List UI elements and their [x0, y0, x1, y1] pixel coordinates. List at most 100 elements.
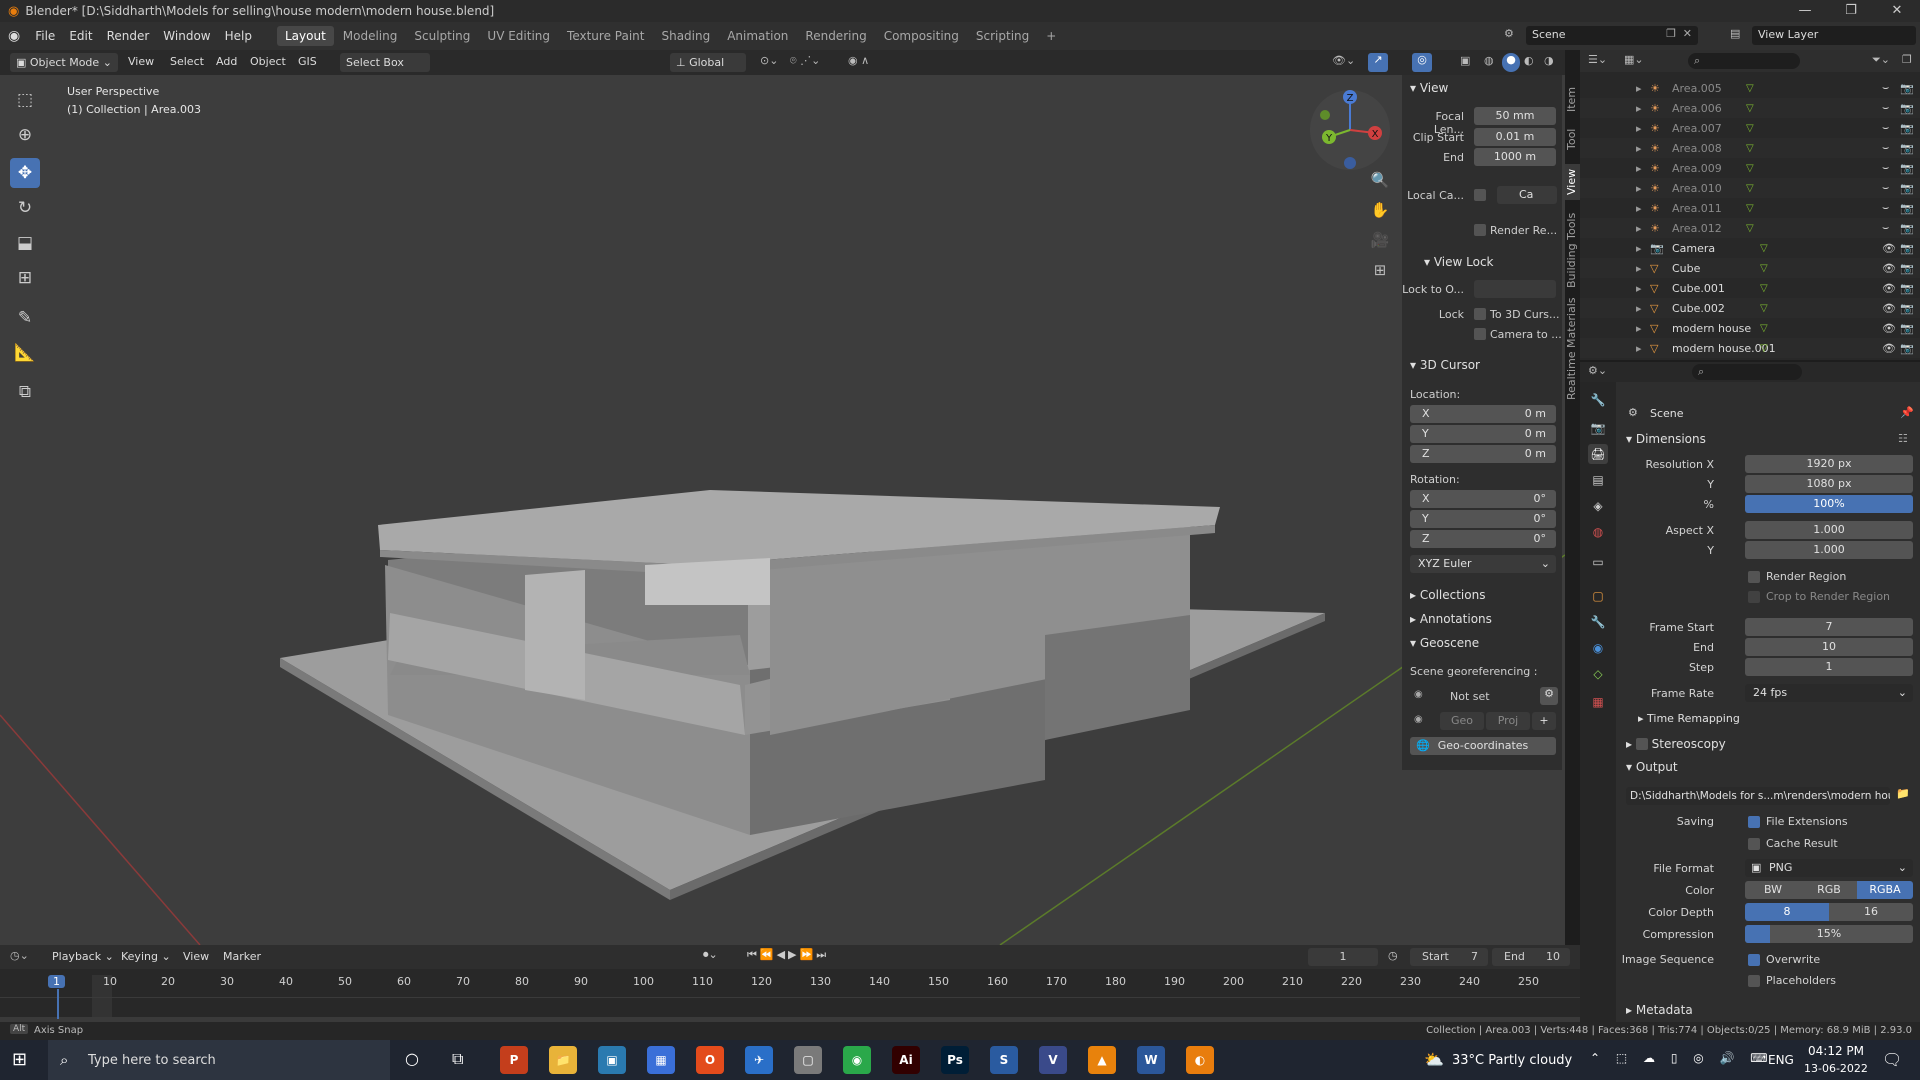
properties-search-input[interactable]: ⌕	[1692, 364, 1802, 380]
location-z-field[interactable]: Z 0 m	[1410, 445, 1556, 463]
render-camera-icon[interactable]: 📷	[1900, 142, 1914, 155]
measure-tool-icon[interactable]: 📐	[10, 338, 40, 368]
transform-tool-icon[interactable]: ⊞	[10, 263, 40, 293]
georef-settings-icon[interactable]: ⚙	[1540, 687, 1558, 705]
rotation-z-field[interactable]: Z 0°	[1410, 530, 1556, 548]
file-explorer-icon[interactable]: 📁	[549, 1046, 577, 1074]
visibility-eye-icon[interactable]: ⌣	[1882, 201, 1889, 215]
blender-taskbar-icon[interactable]: ◐	[1186, 1046, 1214, 1074]
physics-tab-icon[interactable]: ◉	[1588, 638, 1608, 658]
menu-file[interactable]: File	[28, 29, 62, 43]
cortana-icon[interactable]: ○	[405, 1049, 419, 1068]
filter-icon[interactable]: ⏷⌄	[1872, 53, 1890, 67]
tab-building-tools[interactable]: Building Tools	[1565, 210, 1580, 290]
view-lock-header[interactable]: ▾ View Lock	[1424, 255, 1494, 269]
camera-to-view-checkbox[interactable]	[1474, 328, 1486, 340]
data-icon[interactable]: ▽	[1746, 203, 1754, 214]
move-tool-icon[interactable]: ✥	[10, 158, 40, 188]
expand-arrow-icon[interactable]: ▸	[1636, 342, 1642, 355]
tab-sculpting[interactable]: Sculpting	[406, 26, 478, 46]
time-remapping-header[interactable]: ▸ Time Remapping	[1638, 712, 1740, 725]
clip-end-field[interactable]: 1000 m	[1474, 148, 1556, 166]
data-icon[interactable]: ▽	[1746, 123, 1754, 134]
system-tray-icons[interactable]: ⌃ ⬚ ☁ ▯ ◎ 🔊 ⌨	[1590, 1051, 1774, 1065]
add-geo-icon[interactable]: +	[1532, 712, 1556, 730]
app-icon[interactable]: ▢	[794, 1046, 822, 1074]
geo-button[interactable]: Geo	[1440, 712, 1484, 730]
playhead[interactable]: 1	[48, 975, 65, 988]
file-extensions-checkbox[interactable]	[1748, 816, 1760, 828]
expand-arrow-icon[interactable]: ▸	[1636, 182, 1642, 195]
visibility-eye-icon[interactable]: ⌣	[1882, 121, 1889, 135]
weather-text[interactable]: 33°C Partly cloudy	[1452, 1053, 1572, 1068]
vray-icon[interactable]: V	[1039, 1046, 1067, 1074]
visibility-eye-icon[interactable]: ⌣	[1882, 161, 1889, 175]
outliner-item[interactable]: ▸ ☀ Area.008 ▽ ⌣ 📷	[1580, 138, 1920, 158]
visibility-eye-icon[interactable]: ⌣	[1882, 81, 1889, 95]
camera-view-icon[interactable]: 🎥	[1367, 227, 1393, 253]
not-set-radio-icon[interactable]: ◉	[1414, 689, 1423, 700]
expand-arrow-icon[interactable]: ▸	[1636, 322, 1642, 335]
render-tab-icon[interactable]: 📷	[1588, 418, 1608, 438]
clock-time[interactable]: 04:12 PM	[1808, 1044, 1864, 1058]
view-section-header[interactable]: ▾ View	[1410, 81, 1448, 95]
task-view-icon[interactable]: ⧉	[452, 1049, 463, 1069]
render-region-checkbox[interactable]	[1748, 571, 1760, 583]
clock-icon[interactable]: ◷	[1388, 949, 1398, 962]
resolution-y-field[interactable]: 1080 px	[1745, 475, 1913, 493]
texture-tab-icon[interactable]: ▦	[1588, 692, 1608, 712]
zoom-icon[interactable]: 🔍	[1367, 167, 1393, 193]
cache-result-checkbox[interactable]	[1748, 838, 1760, 850]
xray-icon[interactable]: ▣	[1460, 54, 1470, 67]
material-shading-icon[interactable]: ◐	[1524, 54, 1534, 67]
expand-arrow-icon[interactable]: ▸	[1636, 262, 1642, 275]
expand-arrow-icon[interactable]: ▸	[1636, 222, 1642, 235]
tool-tab-icon[interactable]: 🔧	[1588, 390, 1608, 410]
world-tab-icon[interactable]: ◍	[1588, 522, 1608, 542]
render-camera-icon[interactable]: 📷	[1900, 302, 1914, 315]
add-workspace-button[interactable]: +	[1038, 26, 1064, 46]
local-camera-checkbox[interactable]	[1474, 189, 1486, 201]
menu-view[interactable]: View	[128, 55, 154, 68]
depth-16-button[interactable]: 16	[1829, 903, 1913, 921]
data-icon[interactable]: ▽	[1746, 163, 1754, 174]
rotation-x-field[interactable]: X 0°	[1410, 490, 1556, 508]
tab-animation[interactable]: Animation	[719, 26, 796, 46]
tab-tool[interactable]: Tool	[1565, 124, 1580, 154]
output-header[interactable]: ▾ Output	[1626, 760, 1678, 774]
outliner-item[interactable]: ▸ 📷 Camera ▽ 👁 📷	[1580, 238, 1920, 258]
outliner-item[interactable]: ▸ ☀ Area.005 ▽ ⌣ 📷	[1580, 78, 1920, 98]
lock-object-field[interactable]	[1474, 280, 1556, 298]
maximize-button[interactable]: ❐	[1828, 0, 1874, 22]
photos-icon[interactable]: ▣	[598, 1046, 626, 1074]
compression-slider[interactable]: 15%	[1745, 925, 1913, 943]
blender-menu-icon[interactable]: ◉	[0, 28, 28, 44]
menu-add[interactable]: Add	[216, 55, 237, 68]
location-y-field[interactable]: Y 0 m	[1410, 425, 1556, 443]
close-button[interactable]: ✕	[1874, 0, 1920, 22]
expand-arrow-icon[interactable]: ▸	[1636, 282, 1642, 295]
sketchup-icon[interactable]: S	[990, 1046, 1018, 1074]
rotation-mode-dropdown[interactable]: XYZ Euler ⌄	[1410, 555, 1556, 573]
office-icon[interactable]: O	[696, 1046, 724, 1074]
data-icon[interactable]: ▽	[1760, 343, 1768, 354]
data-icon[interactable]: ▽	[1746, 83, 1754, 94]
color-rgb-button[interactable]: RGB	[1801, 881, 1857, 899]
location-x-field[interactable]: X 0 m	[1410, 405, 1556, 423]
render-camera-icon[interactable]: 📷	[1900, 82, 1914, 95]
visibility-eye-icon[interactable]: ⌣	[1882, 141, 1889, 155]
data-icon[interactable]: ▽	[1760, 323, 1768, 334]
clock-date[interactable]: 13-06-2022	[1804, 1062, 1868, 1075]
menu-edit[interactable]: Edit	[62, 29, 99, 43]
expand-arrow-icon[interactable]: ▸	[1636, 122, 1642, 135]
solid-shading-icon[interactable]: ●	[1502, 53, 1520, 72]
visibility-eye-icon[interactable]: 👁	[1882, 342, 1896, 355]
metadata-header[interactable]: ▸ Metadata	[1626, 1003, 1693, 1017]
view-layer-tab-icon[interactable]: ▤	[1588, 470, 1608, 490]
minimize-button[interactable]: —	[1782, 0, 1828, 22]
visibility-eye-icon[interactable]: 👁	[1882, 242, 1896, 255]
new-collection-icon[interactable]: ❐	[1902, 53, 1912, 66]
stereoscopy-checkbox[interactable]	[1635, 738, 1648, 750]
menu-gis[interactable]: GIS	[298, 55, 317, 68]
expand-arrow-icon[interactable]: ▸	[1636, 202, 1642, 215]
